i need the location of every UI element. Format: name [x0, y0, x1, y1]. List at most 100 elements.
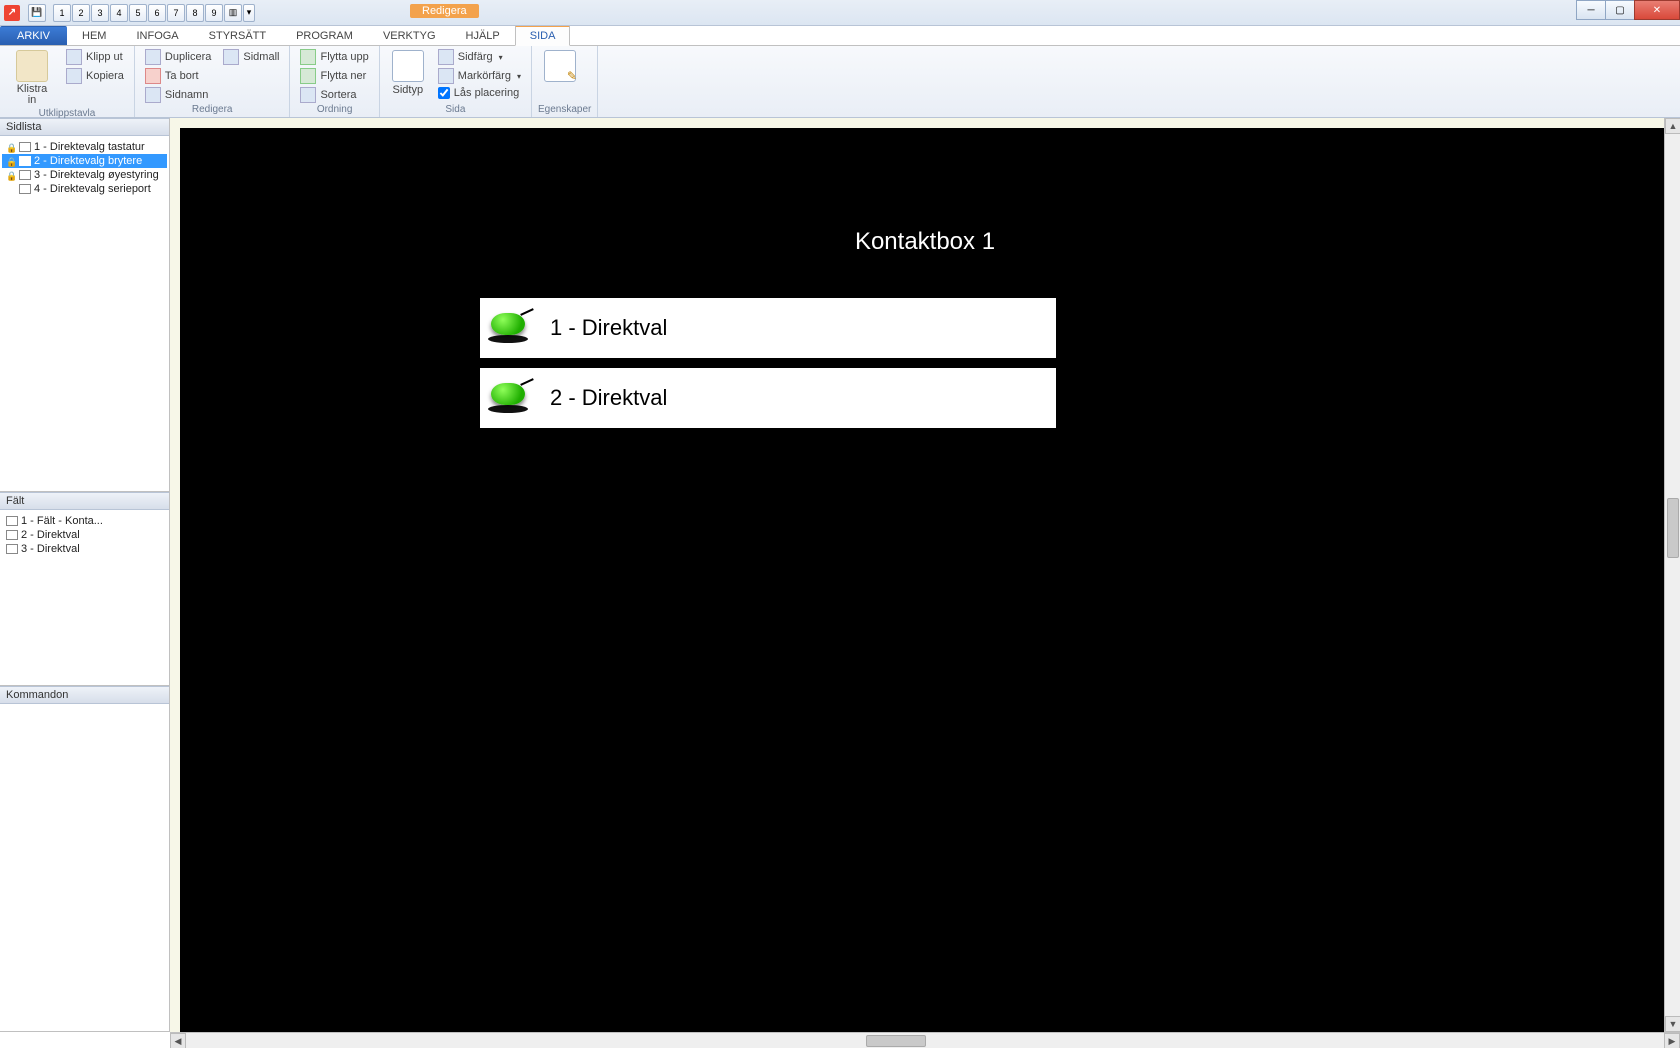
- lock-position-checkbox[interactable]: Lås placering: [434, 86, 525, 100]
- markcolor-button[interactable]: Markörfärg▾: [434, 67, 525, 85]
- qat-num-8[interactable]: 8: [186, 4, 204, 22]
- movedown-label: Flytta ner: [320, 70, 366, 82]
- scroll-track[interactable]: [186, 1033, 1664, 1048]
- panel-kommandon: [0, 704, 169, 1032]
- scroll-up-button[interactable]: ▲: [1665, 118, 1680, 134]
- group-label-page: Sida: [386, 104, 525, 117]
- artboard-field-row[interactable]: 2 - Direktval: [480, 368, 1056, 428]
- field-item-label: 2 - Direktval: [21, 529, 80, 541]
- page-list-item[interactable]: 3 - Direktevalg øyestyring: [2, 168, 167, 182]
- artboard-field-label: 1 - Direktval: [550, 315, 667, 341]
- lock-icon: [6, 184, 16, 194]
- qat-num-2[interactable]: 2: [72, 4, 90, 22]
- field-icon: [6, 544, 18, 554]
- copy-label: Kopiera: [86, 70, 124, 82]
- page-list-item[interactable]: 2 - Direktevalg brytere: [2, 154, 167, 168]
- qat-num-1[interactable]: 1: [53, 4, 71, 22]
- duplicate-button[interactable]: Duplicera: [141, 48, 215, 66]
- rename-button[interactable]: Sidnamn: [141, 86, 215, 104]
- artboard-field-row[interactable]: 1 - Direktval: [480, 298, 1056, 358]
- qat-num-9[interactable]: 9: [205, 4, 223, 22]
- page-list-item[interactable]: 1 - Direktevalg tastatur: [2, 140, 167, 154]
- moveup-label: Flytta upp: [320, 51, 368, 63]
- tab-infoga[interactable]: INFOGA: [121, 26, 193, 45]
- contextual-tab-label: Redigera: [410, 4, 479, 18]
- paste-button[interactable]: Klistra in: [6, 48, 58, 108]
- field-list-item[interactable]: 1 - Fält - Konta...: [2, 514, 167, 528]
- delete-button[interactable]: Ta bort: [141, 67, 215, 85]
- copy-button[interactable]: Kopiera: [62, 67, 128, 85]
- color-icon: [438, 49, 454, 65]
- panel-sidlista: 1 - Direktevalg tastatur 2 - Direktevalg…: [0, 136, 169, 492]
- delete-icon: [145, 68, 161, 84]
- qat-num-4[interactable]: 4: [110, 4, 128, 22]
- title-bar: ↗ 💾 1 2 3 4 5 6 7 8 9 ▥ ▾ Redigera ─ ▢ ✕: [0, 0, 1680, 26]
- qat-num-7[interactable]: 7: [167, 4, 185, 22]
- qat-page-icon[interactable]: ▥: [224, 4, 242, 22]
- page-list-item[interactable]: 4 - Direktevalg serieport: [2, 182, 167, 196]
- properties-button[interactable]: ✎: [538, 48, 582, 86]
- page-item-label: 3 - Direktevalg øyestyring: [34, 169, 159, 181]
- cut-button[interactable]: Klipp ut: [62, 48, 128, 66]
- qat-customize-icon[interactable]: ▾: [243, 4, 255, 22]
- pagetype-label: Sidtyp: [392, 84, 423, 96]
- tab-styrsatt[interactable]: STYRSÄTT: [194, 26, 281, 45]
- tab-verktyg[interactable]: VERKTYG: [368, 26, 451, 45]
- template-button[interactable]: Sidmall: [219, 48, 283, 66]
- minimize-button[interactable]: ─: [1576, 0, 1606, 20]
- page-icon: [19, 170, 31, 180]
- scroll-right-button[interactable]: ▶: [1664, 1033, 1680, 1048]
- quick-access-toolbar: 💾 1 2 3 4 5 6 7 8 9 ▥ ▾: [28, 4, 256, 22]
- pagecolor-button[interactable]: Sidfärg▾: [434, 48, 525, 66]
- switch-button-icon: [488, 383, 532, 413]
- qat-num-3[interactable]: 3: [91, 4, 109, 22]
- cut-label: Klipp ut: [86, 51, 123, 63]
- artboard-title-field[interactable]: Kontaktbox 1: [855, 228, 995, 256]
- scroll-thumb[interactable]: [1667, 498, 1679, 558]
- lock-checkbox[interactable]: [438, 87, 450, 99]
- panel-header-falt: Fält: [0, 492, 169, 510]
- markcolor-label: Markörfärg: [458, 70, 511, 82]
- editor-area: Kontaktbox 1 1 - Direktval 2 - Direktval…: [170, 118, 1680, 1032]
- group-label-edit: Redigera: [141, 104, 284, 117]
- pagetype-button[interactable]: Sidtyp: [386, 48, 430, 98]
- duplicate-label: Duplicera: [165, 51, 211, 63]
- sort-label: Sortera: [320, 89, 356, 101]
- qat-num-6[interactable]: 6: [148, 4, 166, 22]
- maximize-button[interactable]: ▢: [1605, 0, 1635, 20]
- qat-num-5[interactable]: 5: [129, 4, 147, 22]
- page-item-label: 2 - Direktevalg brytere: [34, 155, 142, 167]
- tab-hjalp[interactable]: HJÄLP: [451, 26, 515, 45]
- horizontal-scrollbar[interactable]: ◀ ▶: [170, 1032, 1680, 1048]
- tab-file[interactable]: ARKIV: [0, 26, 67, 45]
- chevron-down-icon: ▾: [499, 53, 503, 62]
- vertical-scrollbar[interactable]: ▲ ▼: [1664, 118, 1680, 1032]
- ribbon: Klistra in Klipp ut Kopiera Utklippstavl…: [0, 46, 1680, 118]
- scroll-left-button[interactable]: ◀: [170, 1033, 186, 1048]
- qat-save-icon[interactable]: 💾: [28, 4, 46, 22]
- ribbon-group-order: Flytta upp Flytta ner Sortera Ordning: [290, 46, 379, 117]
- scissors-icon: [66, 49, 82, 65]
- properties-icon: ✎: [544, 50, 576, 82]
- page-item-label: 4 - Direktevalg serieport: [34, 183, 151, 195]
- movedown-button[interactable]: Flytta ner: [296, 67, 372, 85]
- field-list-item[interactable]: 3 - Direktval: [2, 542, 167, 556]
- template-icon: [223, 49, 239, 65]
- arrow-down-icon: [300, 68, 316, 84]
- ribbon-tab-strip: ARKIV HEM INFOGA STYRSÄTT PROGRAM VERKTY…: [0, 26, 1680, 46]
- tab-sida[interactable]: SIDA: [515, 25, 571, 46]
- moveup-button[interactable]: Flytta upp: [296, 48, 372, 66]
- tab-program[interactable]: PROGRAM: [281, 26, 368, 45]
- tab-hem[interactable]: HEM: [67, 26, 121, 45]
- panel-header-sidlista: Sidlista: [0, 118, 169, 136]
- scroll-thumb[interactable]: [866, 1035, 926, 1047]
- group-label-order: Ordning: [296, 104, 372, 117]
- scroll-down-button[interactable]: ▼: [1665, 1016, 1680, 1032]
- close-button[interactable]: ✕: [1634, 0, 1680, 20]
- sort-icon: [300, 87, 316, 103]
- panel-header-kommandon: Kommandon: [0, 686, 169, 704]
- artboard[interactable]: Kontaktbox 1 1 - Direktval 2 - Direktval: [180, 128, 1670, 1032]
- sort-button[interactable]: Sortera: [296, 86, 372, 104]
- field-list-item[interactable]: 2 - Direktval: [2, 528, 167, 542]
- window-controls: ─ ▢ ✕: [1577, 0, 1680, 20]
